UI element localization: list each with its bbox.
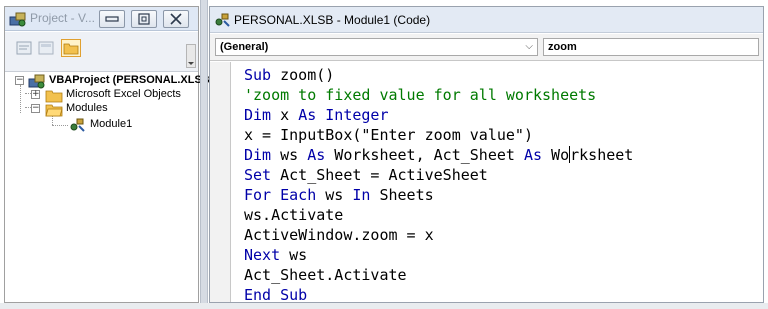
keyword: Integer — [325, 106, 389, 124]
open-folder-icon — [45, 104, 63, 117]
project-tree: − VBAProject (PERSONAL.XLSB + Microsoft … — [5, 74, 210, 235]
module-icon — [215, 13, 230, 27]
project-explorer-title: Project - V... — [30, 11, 95, 25]
chevron-down-icon — [188, 62, 194, 65]
keyword: Sub — [280, 286, 308, 304]
keyword: End — [244, 286, 272, 304]
code-text: x — [271, 106, 299, 124]
code-text: Worksheet, Act_Sheet — [325, 146, 524, 164]
toolbar-overflow-arrow[interactable] — [186, 44, 196, 68]
project-explorer-title-bar[interactable]: Project - V... — [5, 7, 198, 31]
keyword: Sub — [244, 66, 272, 84]
maximize-icon — [138, 13, 150, 25]
code-line: Sub zoom() — [244, 65, 334, 85]
object-dropdown-value: (General) — [220, 41, 269, 53]
code-line: Dim x As Integer — [244, 105, 389, 125]
procedure-dropdown-value: zoom — [548, 41, 577, 53]
code-text: Sheets — [370, 186, 434, 204]
code-editor[interactable]: Sub zoom() 'zoom to fixed value for all … — [232, 62, 761, 305]
tree-item-label: Modules — [66, 102, 108, 114]
code-text: ws — [280, 246, 308, 264]
keyword: Dim — [244, 146, 272, 164]
code-line: For Each ws In Sheets — [244, 185, 434, 205]
code-text: x = InputBox("Enter zoom value") — [244, 126, 533, 144]
object-dropdown[interactable]: (General) ⌵ — [215, 38, 538, 56]
code-window: PERSONAL.XLSB - Module1 (Code) (General)… — [209, 6, 764, 305]
code-text: Wo — [542, 146, 570, 164]
keyword: For — [244, 186, 272, 204]
close-icon — [170, 13, 182, 25]
code-line: End Sub — [244, 285, 307, 305]
code-window-title: PERSONAL.XLSB - Module1 (Code) — [234, 13, 431, 27]
tree-item-label: VBAProject (PERSONAL.XLSB — [49, 74, 210, 86]
tree-connector — [20, 85, 21, 113]
keyword: As — [298, 106, 317, 124]
code-line: Next ws — [244, 245, 307, 265]
module-icon — [70, 118, 85, 132]
tree-item-label: Module1 — [90, 118, 133, 130]
code-combo-bar: (General) ⌵ zoom — [210, 34, 763, 61]
code-text: ws — [316, 186, 353, 204]
code-text: ws.Activate — [244, 206, 344, 224]
code-line: 'zoom to fixed value for all worksheets — [244, 85, 596, 105]
status-strip — [0, 303, 768, 309]
code-line: ActiveWindow.zoom = x — [244, 225, 434, 245]
keyword: Set — [244, 166, 272, 184]
toggle-folders-icon[interactable] — [61, 39, 81, 57]
minimize-icon — [105, 16, 119, 22]
margin-indicator-bar[interactable] — [210, 62, 231, 302]
procedure-dropdown[interactable]: zoom — [543, 38, 759, 56]
code-text: Act_Sheet = ActiveSheet — [271, 166, 488, 184]
view-code-icon[interactable] — [15, 40, 33, 56]
view-object-icon[interactable] — [37, 40, 55, 56]
code-line: Act_Sheet.Activate — [244, 265, 407, 285]
keyword: Each — [280, 186, 317, 204]
minimize-button[interactable] — [99, 10, 125, 28]
vba-project-icon — [28, 74, 45, 89]
code-text: rksheet — [570, 146, 634, 164]
chevron-down-icon: ⌵ — [525, 41, 533, 52]
comment: 'zoom to fixed value for all worksheets — [244, 86, 597, 104]
code-text: ws — [271, 146, 308, 164]
vba-project-icon — [9, 12, 26, 27]
collapse-toggle[interactable]: − — [15, 76, 24, 85]
tree-item-label: Microsoft Excel Objects — [66, 88, 181, 100]
code-text: Act_Sheet.Activate — [244, 266, 407, 284]
project-explorer-pane: Project - V... − VBAProject (PERSONAL.XL… — [4, 6, 210, 303]
code-text: zoom() — [271, 66, 335, 84]
expand-toggle[interactable]: + — [31, 90, 40, 99]
close-button[interactable] — [163, 10, 189, 28]
collapse-toggle[interactable]: − — [31, 104, 40, 113]
code-line: Set Act_Sheet = ActiveSheet — [244, 165, 488, 185]
keyword: Next — [244, 246, 281, 264]
tree-connector — [52, 125, 68, 126]
project-explorer-toolbar — [5, 32, 198, 72]
code-line: ws.Activate — [244, 205, 343, 225]
code-line: Dim ws As Worksheet, Act_Sheet As Worksh… — [244, 145, 633, 165]
pane-splitter[interactable] — [200, 0, 208, 309]
code-window-title-bar[interactable]: PERSONAL.XLSB - Module1 (Code) — [210, 7, 763, 33]
keyword: As — [523, 146, 543, 164]
maximize-button[interactable] — [131, 10, 157, 28]
keyword: Dim — [244, 106, 272, 124]
keyword: In — [352, 186, 371, 204]
keyword: As — [307, 146, 326, 164]
code-line: x = InputBox("Enter zoom value") — [244, 125, 533, 145]
code-text: ActiveWindow.zoom = x — [244, 226, 434, 244]
